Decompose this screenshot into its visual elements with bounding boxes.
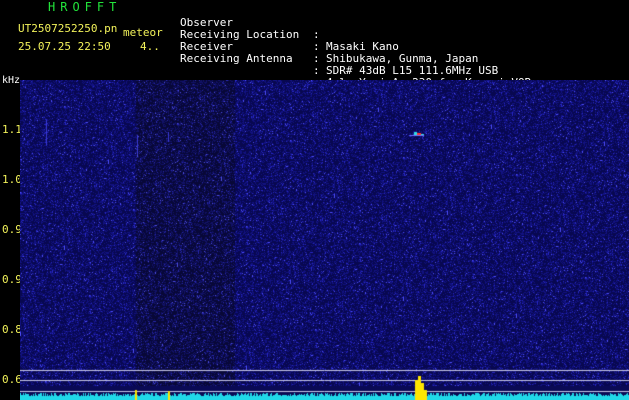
app-title: HROFFT [48, 0, 122, 14]
y-axis-unit: kHz [2, 75, 21, 86]
y-tick-label: 0.9 [2, 273, 22, 286]
event-label: meteor [123, 26, 163, 39]
file-name: UT2507252250.pn [18, 22, 118, 35]
info-colon: : [313, 64, 320, 77]
y-tick-label: 1.0 [2, 173, 22, 186]
y-tick-label: 0.9 [2, 223, 22, 236]
spectrogram-canvas [20, 80, 629, 400]
y-tick-label: 0.8 [2, 323, 22, 336]
info-key: Receiving Antenna [180, 52, 293, 65]
meteor-count: 4.. [140, 40, 160, 53]
date-time: 25.07.25 22:50 [18, 40, 111, 53]
y-tick-label: 0.6 [2, 373, 22, 386]
y-tick-label: 1.1 [2, 123, 22, 136]
